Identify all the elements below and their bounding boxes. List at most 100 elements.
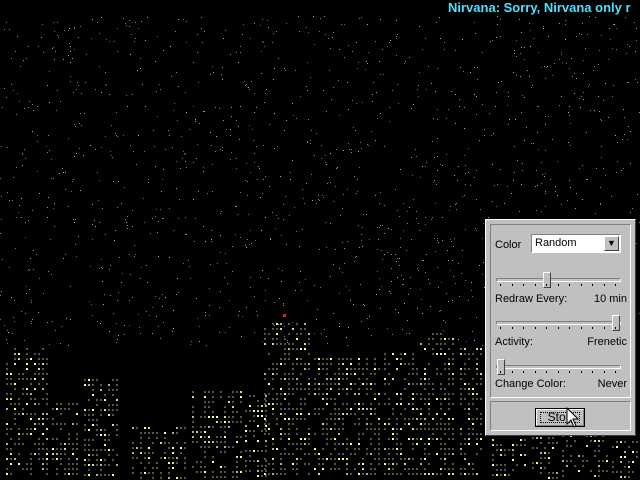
- star: [239, 139, 240, 140]
- building-window: [408, 383, 410, 385]
- star: [248, 87, 249, 88]
- building-window: [292, 363, 294, 365]
- star: [99, 180, 100, 181]
- building-window: [468, 438, 470, 440]
- star: [357, 68, 358, 69]
- building-window: [268, 463, 270, 465]
- building-window: [84, 379, 86, 381]
- building-window: [276, 418, 278, 420]
- star: [465, 184, 466, 185]
- building-window: [18, 443, 20, 445]
- star: [264, 102, 265, 103]
- building-window: [396, 473, 398, 475]
- star: [304, 203, 305, 204]
- star: [519, 19, 520, 20]
- star: [437, 68, 438, 69]
- star: [294, 207, 295, 208]
- building-window: [408, 373, 410, 375]
- building-window: [308, 388, 310, 390]
- star: [569, 68, 570, 69]
- building-window: [358, 423, 360, 425]
- star: [197, 52, 198, 53]
- building-window: [400, 403, 402, 405]
- building-window: [322, 448, 324, 450]
- star: [1, 146, 2, 147]
- building-window: [370, 463, 372, 465]
- building-window: [520, 444, 522, 446]
- building-window: [448, 348, 450, 350]
- star: [380, 308, 381, 309]
- building-window: [326, 368, 328, 370]
- star: [274, 113, 275, 114]
- building-window: [76, 413, 78, 415]
- building-window: [452, 358, 454, 360]
- building-window: [38, 358, 40, 360]
- building-window: [338, 393, 340, 395]
- building-window: [38, 363, 40, 365]
- building-window: [468, 433, 470, 435]
- change-color-slider[interactable]: [496, 359, 621, 375]
- building-window: [524, 454, 526, 456]
- star: [636, 40, 637, 41]
- building-window: [300, 358, 302, 360]
- star: [557, 161, 558, 162]
- building-window: [342, 373, 344, 375]
- building-window: [582, 460, 584, 462]
- activity-slider[interactable]: [496, 315, 621, 331]
- star: [127, 225, 128, 226]
- building-window: [280, 413, 282, 415]
- building-window: [284, 408, 286, 410]
- color-dropdown[interactable]: Random ▼: [531, 234, 621, 253]
- building-window: [556, 442, 558, 444]
- star: [203, 111, 204, 112]
- star: [313, 16, 314, 17]
- star: [344, 24, 345, 25]
- building-window: [464, 443, 466, 445]
- building-window: [200, 436, 202, 438]
- redraw-slider[interactable]: [496, 272, 621, 288]
- building-window: [448, 453, 450, 455]
- star: [141, 267, 142, 268]
- building-window: [220, 426, 222, 428]
- star: [127, 106, 128, 107]
- star: [186, 42, 187, 43]
- chevron-down-icon[interactable]: ▼: [604, 236, 619, 251]
- star: [430, 306, 431, 307]
- star: [226, 129, 227, 130]
- building-window: [148, 462, 150, 464]
- building-window: [249, 460, 251, 462]
- star: [422, 49, 423, 50]
- star: [296, 118, 297, 119]
- star: [0, 319, 1, 320]
- star: [306, 27, 307, 28]
- star: [221, 211, 222, 212]
- star: [205, 241, 206, 242]
- building-window: [468, 473, 470, 475]
- building-window: [468, 393, 470, 395]
- star: [384, 205, 385, 206]
- building-window: [96, 429, 98, 431]
- building-window: [322, 408, 324, 410]
- building-window: [428, 363, 430, 365]
- star: [269, 124, 270, 125]
- building-window: [326, 393, 328, 395]
- building-window: [432, 383, 434, 385]
- building-window: [314, 433, 316, 435]
- building-window: [472, 418, 474, 420]
- building-window: [362, 413, 364, 415]
- star: [278, 268, 279, 269]
- star: [163, 218, 164, 219]
- building-window: [346, 378, 348, 380]
- star: [57, 35, 58, 36]
- building-window: [292, 423, 294, 425]
- building-window: [404, 463, 406, 465]
- building-window: [18, 353, 20, 355]
- building-window: [88, 454, 90, 456]
- star: [339, 49, 340, 50]
- building-window: [100, 464, 102, 466]
- building-window: [448, 383, 450, 385]
- building-window: [249, 450, 251, 452]
- building-window: [92, 454, 94, 456]
- star: [624, 134, 625, 135]
- building-window: [56, 403, 58, 405]
